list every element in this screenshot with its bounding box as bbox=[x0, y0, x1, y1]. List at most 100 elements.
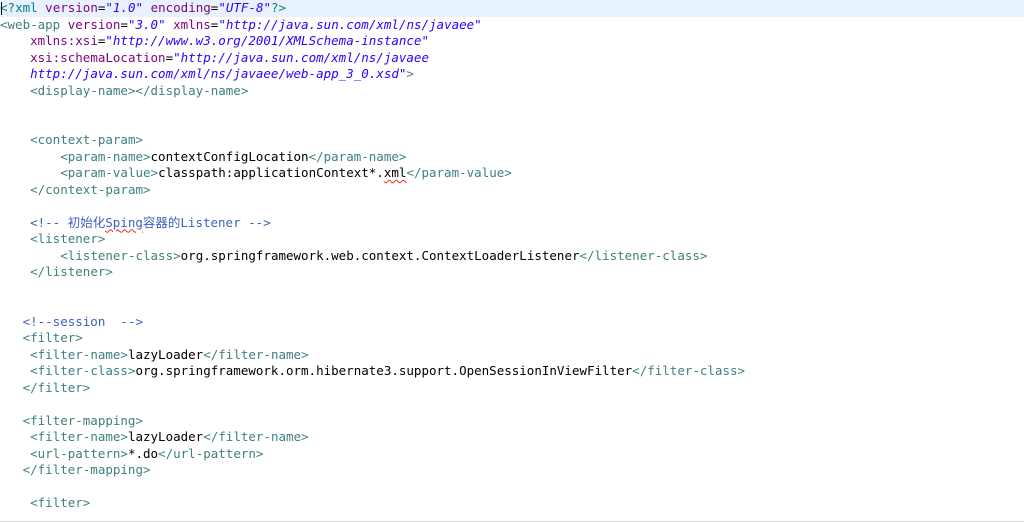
code-line[interactable]: <listener-class>org.springframework.web.… bbox=[0, 248, 707, 265]
code-token: </filter-mapping> bbox=[22, 462, 151, 477]
code-line[interactable]: <filter-mapping> bbox=[0, 413, 143, 430]
code-line[interactable]: <filter> bbox=[0, 495, 90, 512]
code-token: </context-param> bbox=[30, 181, 151, 197]
code-token: <!--session --> bbox=[22, 313, 143, 329]
code-token: org.springframework.orm.hibernate3.suppo… bbox=[135, 363, 633, 378]
code-line[interactable]: <filter-name>lazyLoader</filter-name> bbox=[0, 429, 309, 446]
code-token: <url-pattern> bbox=[30, 445, 128, 461]
code-token: </param-name> bbox=[308, 148, 407, 164]
code-token: <filter> bbox=[22, 330, 83, 345]
code-line[interactable]: <filter-name>lazyLoader</filter-name> bbox=[0, 346, 308, 364]
code-line[interactable]: </filter-mapping> bbox=[0, 462, 151, 479]
code-line[interactable]: <url-pattern>*.do</url-pattern> bbox=[0, 446, 263, 463]
code-token: "http://www.w3.org/2001/XMLSchema-instan… bbox=[105, 33, 429, 48]
code-token: "3.0" bbox=[127, 16, 166, 32]
code-token: <filter-mapping> bbox=[22, 412, 143, 428]
code-token: org.springframework.web.context.ContextL… bbox=[180, 247, 580, 263]
code-token: version bbox=[45, 0, 98, 15]
code-token: "http://java.sun.com/xml/ns/javaee" bbox=[218, 16, 482, 32]
code-token: contextConfigLocation bbox=[150, 148, 309, 164]
code-line[interactable]: <context-param> bbox=[0, 132, 143, 149]
spellcheck-token: Sping bbox=[105, 214, 143, 230]
code-token: <filter> bbox=[30, 495, 91, 510]
code-token: <param-name> bbox=[60, 148, 151, 164]
code-token: = bbox=[120, 16, 128, 32]
code-token: version bbox=[67, 16, 121, 32]
code-line[interactable]: http://java.sun.com/xml/ns/javaee/web-ap… bbox=[0, 66, 414, 83]
code-token: <filter-name> bbox=[30, 346, 128, 362]
code-line[interactable]: <display-name></display-name> bbox=[0, 83, 248, 100]
code-token: < bbox=[0, 16, 8, 32]
code-token: <filter-name> bbox=[30, 429, 128, 444]
code-token: <? bbox=[0, 0, 16, 15]
code-line[interactable]: <web-app version="3.0" xmlns="http://jav… bbox=[0, 17, 482, 34]
code-token: "http://java.sun.com/xml/ns/javaee bbox=[173, 49, 429, 65]
code-token: = bbox=[165, 49, 174, 65]
code-line[interactable]: <param-value>classpath:applicationContex… bbox=[0, 165, 512, 182]
code-token: </filter-class> bbox=[632, 363, 746, 378]
code-token: encoding bbox=[150, 0, 211, 15]
code-token: "1.0" bbox=[105, 0, 144, 15]
code-token: "UTF-8" bbox=[218, 0, 271, 15]
code-line[interactable]: xsi:schemaLocation="http://java.sun.com/… bbox=[0, 50, 429, 67]
code-line[interactable]: <param-name>contextConfigLocation</param… bbox=[0, 149, 406, 166]
xml-editor[interactable]: <?xml version="1.0" encoding="UTF-8"?> <w… bbox=[0, 0, 1024, 522]
code-token: </listener-class> bbox=[579, 247, 708, 263]
code-token: *.do bbox=[127, 445, 159, 461]
code-line[interactable]: <!--session --> bbox=[0, 314, 143, 331]
code-token: http://java.sun.com/xml/ns/javaee/web-ap… bbox=[30, 66, 407, 81]
code-token: <listener> bbox=[30, 231, 106, 246]
code-token: <!-- 初始化 bbox=[30, 214, 106, 230]
current-code-line[interactable]: <?xml version="1.0" encoding="UTF-8"?> bbox=[0, 0, 1024, 17]
code-line[interactable]: </context-param> bbox=[0, 181, 151, 199]
code-token: <context-param> bbox=[30, 132, 143, 147]
code-token: <display-name></display-name> bbox=[30, 82, 249, 98]
code-token: lazyLoader bbox=[127, 429, 204, 444]
code-token: <filter-class> bbox=[30, 363, 136, 378]
code-line[interactable]: <filter> bbox=[0, 330, 83, 347]
code-token: lazyLoader bbox=[127, 346, 204, 362]
code-token: 容器的Listener --> bbox=[142, 214, 271, 230]
code-line[interactable]: </listener> bbox=[0, 264, 113, 281]
code-token: </filter> bbox=[22, 379, 91, 395]
code-token: </listener> bbox=[30, 264, 113, 279]
code-token: </param-value> bbox=[406, 165, 512, 180]
code-token: > bbox=[406, 66, 414, 81]
code-line[interactable]: xmlns:xsi="http://www.w3.org/2001/XMLSch… bbox=[0, 33, 429, 50]
text-caret bbox=[1, 2, 2, 15]
code-token: </url-pattern> bbox=[158, 445, 264, 461]
code-token: classpath:applicationContext*. bbox=[158, 165, 384, 180]
code-token: xml bbox=[15, 0, 46, 15]
code-line[interactable]: </filter> bbox=[0, 379, 91, 397]
code-token: ?> bbox=[271, 0, 287, 15]
code-token: <listener-class> bbox=[60, 247, 181, 263]
code-line[interactable]: <listener> bbox=[0, 231, 105, 248]
code-token: xmlns bbox=[173, 16, 211, 32]
code-line[interactable]: <filter-class>org.springframework.orm.hi… bbox=[0, 363, 745, 380]
code-line[interactable]: <!-- 初始化Sping容器的Listener --> bbox=[0, 215, 271, 232]
code-token: </filter-name> bbox=[203, 429, 309, 444]
